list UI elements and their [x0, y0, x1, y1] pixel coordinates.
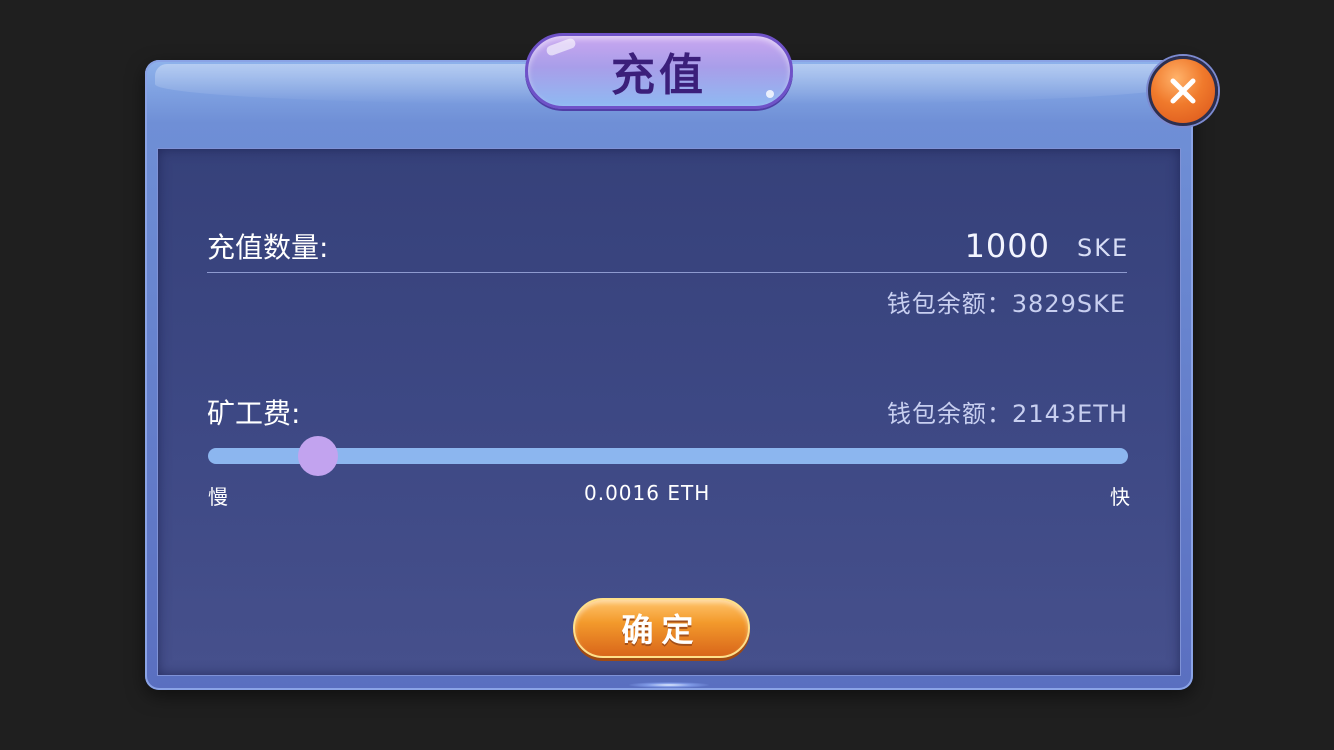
fee-value: 0.0016 ETH: [584, 481, 711, 505]
decorative-glow: [629, 682, 709, 688]
slow-label: 慢: [208, 485, 228, 509]
dialog-title: 充值: [611, 50, 707, 101]
fee-label: 矿工费:: [207, 397, 301, 430]
amount-label: 充值数量:: [207, 231, 329, 264]
amount-input-underline: [207, 272, 1127, 273]
dialog-title-tab: 充值: [525, 33, 793, 109]
amount-unit: SKE: [1077, 234, 1130, 262]
recharge-dialog: [145, 60, 1193, 690]
eth-balance: 钱包余额：2143ETH: [887, 400, 1128, 428]
highlight-decoration: [545, 37, 577, 57]
amount-input[interactable]: 1000: [965, 227, 1050, 265]
fee-slider-track[interactable]: [208, 448, 1128, 464]
close-icon: [1170, 78, 1196, 104]
close-button[interactable]: [1148, 56, 1218, 126]
confirm-button-label: 确定: [621, 611, 702, 649]
ske-balance: 钱包余额：3829SKE: [886, 290, 1126, 318]
confirm-button[interactable]: 确定: [573, 598, 750, 658]
fast-label: 快: [1110, 485, 1130, 509]
highlight-decoration: [766, 90, 774, 98]
